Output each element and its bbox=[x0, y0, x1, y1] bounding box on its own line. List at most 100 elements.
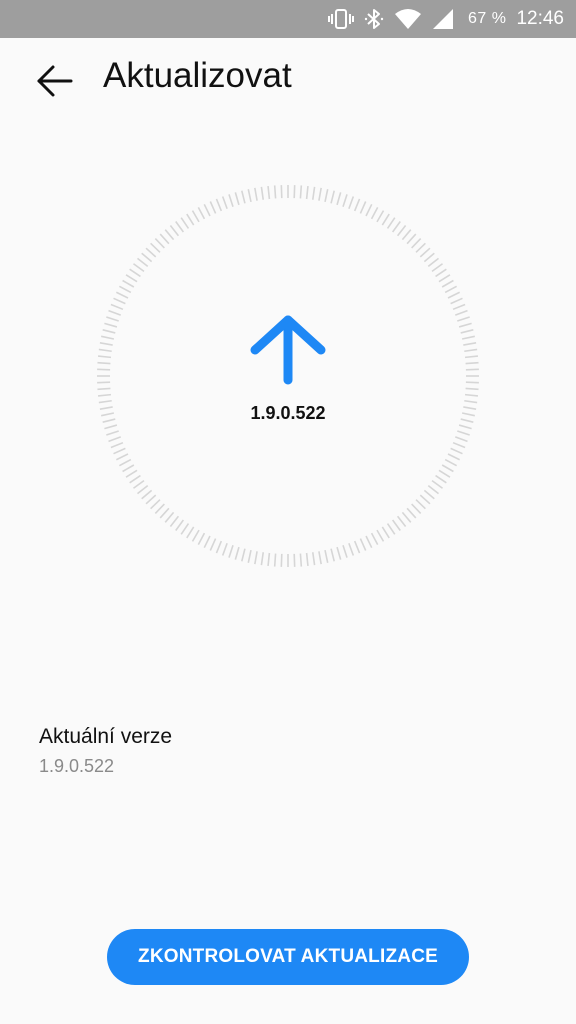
dial-tick bbox=[122, 279, 135, 288]
dial-tick bbox=[129, 268, 141, 278]
dial-tick bbox=[463, 342, 477, 346]
dial-tick bbox=[353, 540, 361, 554]
dial-tick bbox=[129, 474, 141, 484]
dial-tick bbox=[359, 201, 367, 214]
dial-tick bbox=[342, 194, 348, 207]
dial-tick bbox=[267, 552, 271, 567]
dial-tick bbox=[102, 329, 116, 334]
dial-tick bbox=[415, 499, 426, 510]
dial-tick bbox=[324, 189, 329, 203]
page-title: Aktualizovat bbox=[103, 56, 292, 95]
dial-tick bbox=[97, 387, 111, 391]
dial-tick bbox=[330, 190, 335, 204]
dial-tick bbox=[401, 511, 412, 523]
dial-tick bbox=[464, 355, 479, 359]
dial-tick bbox=[406, 233, 417, 245]
dial-tick bbox=[141, 252, 153, 263]
dial-tick bbox=[441, 279, 454, 288]
dial-tick bbox=[305, 185, 309, 200]
current-version-value: 1.9.0.522 bbox=[39, 756, 115, 776]
dial-tick bbox=[104, 424, 118, 430]
dial-tick bbox=[386, 217, 396, 229]
dial-tick bbox=[203, 535, 211, 549]
dial-tick bbox=[441, 464, 454, 473]
dial-tick bbox=[423, 252, 435, 263]
dial-tick bbox=[431, 479, 443, 489]
dial-tick bbox=[110, 303, 124, 311]
dial-tick bbox=[381, 213, 390, 226]
dial-tick bbox=[254, 551, 258, 565]
dial-tick bbox=[427, 257, 440, 268]
dial-tick bbox=[431, 263, 443, 273]
bluetooth-icon bbox=[364, 0, 384, 38]
signal-icon bbox=[432, 0, 454, 38]
dial-tick bbox=[447, 453, 461, 461]
status-time: 12:46 bbox=[516, 8, 564, 29]
dial-tick bbox=[260, 552, 265, 566]
dial-tick bbox=[370, 206, 379, 220]
dial-tick bbox=[365, 203, 373, 217]
dial-tick bbox=[318, 551, 322, 565]
dial-tick bbox=[447, 291, 461, 299]
dial-tick bbox=[454, 436, 468, 443]
dial-tick bbox=[186, 213, 195, 226]
dial-tick bbox=[180, 523, 190, 535]
dial-tick bbox=[311, 186, 316, 200]
dial-tick bbox=[452, 303, 466, 311]
dial-tick bbox=[464, 393, 479, 397]
dial-tick bbox=[438, 469, 451, 478]
dial-tick bbox=[125, 469, 138, 478]
dial-tick bbox=[435, 474, 447, 484]
dial-tick bbox=[247, 189, 252, 203]
dial-tick bbox=[97, 361, 111, 365]
dial-tick bbox=[145, 494, 157, 505]
dial-tick bbox=[191, 529, 200, 542]
dial-tick bbox=[450, 447, 463, 455]
dial-tick bbox=[169, 224, 180, 237]
dial-tick bbox=[145, 247, 157, 258]
dial-tick bbox=[267, 185, 271, 200]
dial-tick bbox=[376, 210, 385, 223]
dial-tick bbox=[113, 297, 126, 305]
dial-tick bbox=[197, 532, 206, 546]
dial-tick bbox=[396, 515, 407, 528]
dial-tick bbox=[348, 542, 355, 556]
dial-tick bbox=[99, 406, 113, 410]
dial-tick bbox=[159, 507, 170, 519]
dial-tick bbox=[464, 348, 478, 353]
dial-tick bbox=[136, 257, 149, 268]
check-updates-button[interactable]: ZKONTROLOVAT AKTUALIZACE bbox=[107, 929, 469, 985]
dial-tick bbox=[273, 553, 277, 567]
battery-percent: 67 % bbox=[467, 10, 507, 27]
dial-tick bbox=[411, 503, 422, 514]
dial-tick bbox=[164, 511, 175, 523]
dial-tick bbox=[381, 526, 390, 539]
dial-tick bbox=[247, 549, 252, 563]
dial-tick bbox=[221, 542, 228, 556]
dial-tick bbox=[186, 526, 195, 539]
dial-tick bbox=[115, 453, 129, 461]
dial-tick bbox=[423, 489, 435, 500]
dial-tick bbox=[234, 192, 240, 206]
dial-tick bbox=[133, 263, 145, 273]
dial-tick bbox=[463, 406, 477, 410]
dial-tick bbox=[197, 206, 206, 220]
arrow-left-icon bbox=[37, 65, 73, 97]
vibrate-icon bbox=[327, 0, 354, 38]
dial-tick bbox=[260, 186, 265, 200]
dial-tick bbox=[110, 441, 124, 449]
dial-tick bbox=[150, 499, 161, 510]
dial-tick bbox=[108, 436, 122, 443]
dial-tick bbox=[136, 484, 149, 495]
dial-tick bbox=[104, 322, 118, 328]
dial-tick bbox=[458, 322, 472, 328]
dial-tick bbox=[102, 418, 116, 423]
dial-tick bbox=[460, 418, 474, 423]
dial-tick bbox=[180, 217, 190, 229]
dial-tick bbox=[209, 538, 217, 551]
back-button[interactable] bbox=[34, 60, 76, 102]
dial-tick bbox=[154, 238, 165, 249]
dial-tick bbox=[221, 196, 228, 210]
status-bar: 67 % 12:46 bbox=[0, 0, 576, 38]
dial-tick bbox=[108, 309, 122, 316]
